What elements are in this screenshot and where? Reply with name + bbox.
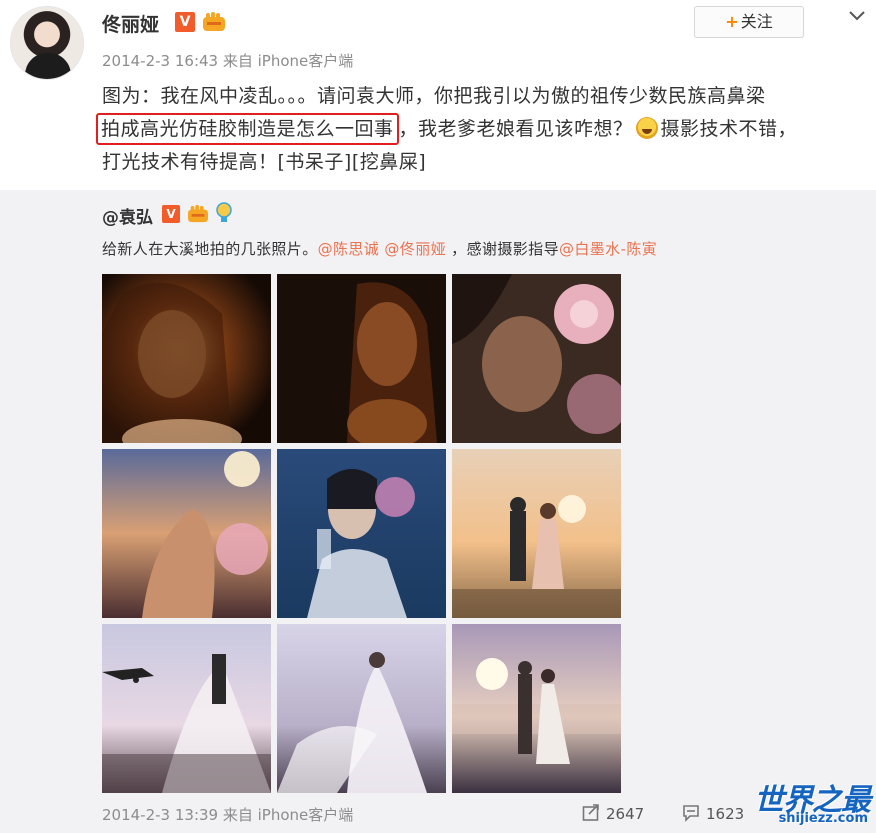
photo-thumbnail[interactable]: [452, 449, 621, 618]
photo-thumbnail[interactable]: [452, 274, 621, 443]
follow-label: 关注: [740, 12, 773, 31]
comment-icon: [683, 805, 699, 822]
post-text-line2-tail: 摄影技术不错，: [660, 118, 798, 140]
photo-thumbnail[interactable]: [102, 449, 271, 618]
repost-user-name[interactable]: @袁弘: [102, 203, 153, 228]
post-text-line2: 拍成高光仿硅胶制造是怎么一回事 ，我老爹老娘看见该咋想？ 摄影技术不错，: [96, 113, 866, 146]
photo-thumbnail[interactable]: [102, 274, 271, 443]
photo-thumbnail[interactable]: [452, 624, 621, 793]
repost-meta: 2014-2-3 13:39 来自 iPhone客户端: [102, 804, 353, 825]
hand-badge-icon: [188, 204, 208, 223]
post-text: 图为：我在风中凌乱。。。请问袁大师，你把我引以为傲的祖传少数民族高鼻梁 拍成高光…: [96, 80, 866, 179]
original-post: 佟丽娅 V 2014-2-3 16:43 来自 iPhone客户端 + 关注 图为…: [0, 0, 876, 190]
repost-timestamp[interactable]: 2014-2-3 13:39: [102, 806, 218, 824]
lightbulb-badge-icon: [216, 202, 232, 222]
post-source: 来自 iPhone客户端: [222, 52, 354, 70]
follow-button[interactable]: + 关注: [694, 6, 804, 38]
post-timestamp[interactable]: 2014-2-3 16:43: [102, 52, 218, 70]
laughing-emoji-icon: [635, 117, 658, 139]
verified-badge: V: [175, 12, 195, 32]
chevron-down-icon[interactable]: [846, 4, 868, 26]
post-text-line2-rest: ，我老爹老娘看见该咋想？: [398, 118, 633, 140]
plus-icon: +: [725, 12, 739, 31]
mention-link[interactable]: @陈思诚: [318, 240, 380, 258]
repost-icon: [582, 804, 599, 821]
photo-grid: [102, 274, 622, 794]
post-text-line1: 图为：我在风中凌乱。。。请问袁大师，你把我引以为傲的祖传少数民族高鼻梁: [102, 85, 766, 107]
repost-count: 2647: [606, 805, 645, 823]
highlighted-phrase: 拍成高光仿硅胶制造是怎么一回事: [96, 113, 399, 145]
avatar[interactable]: [10, 6, 84, 80]
repost-count-button[interactable]: 2647: [582, 804, 644, 823]
avatar-figure: [25, 53, 71, 79]
site-watermark: 世界之最 shijiezz.com: [742, 775, 871, 829]
repost-verified-badge: V: [162, 205, 180, 223]
repost-text-prefix: 给新人在大溪地拍的几张照片。: [102, 240, 318, 258]
comment-count: 1623: [706, 805, 745, 823]
photo-thumbnail[interactable]: [277, 274, 446, 443]
repost-text-middle: ，感谢摄影指导: [451, 240, 559, 258]
photo-thumbnail[interactable]: [277, 624, 446, 793]
reposted-content: @袁弘 V 给新人在大溪地拍的几张照片。@陈思诚 @佟丽娅 ，感谢摄影指导@白墨…: [0, 190, 876, 833]
post-text-line3: 打光技术有待提高！[书呆子][挖鼻屎]: [102, 151, 427, 173]
mention-link[interactable]: @佟丽娅: [384, 240, 446, 258]
post-meta: 2014-2-3 16:43 来自 iPhone客户端: [102, 50, 353, 71]
post-user-name[interactable]: 佟丽娅: [102, 10, 159, 37]
mention-link[interactable]: @白墨水-陈寅: [559, 240, 657, 258]
repost-text: 给新人在大溪地拍的几张照片。@陈思诚 @佟丽娅 ，感谢摄影指导@白墨水-陈寅: [102, 238, 657, 259]
repost-source: 来自 iPhone客户端: [222, 806, 354, 824]
hand-badge-icon: [203, 12, 225, 31]
watermark-url: shijiezz.com: [778, 811, 868, 826]
comment-count-button[interactable]: 1623: [682, 804, 744, 823]
photo-thumbnail[interactable]: [277, 449, 446, 618]
photo-thumbnail[interactable]: [102, 624, 271, 793]
